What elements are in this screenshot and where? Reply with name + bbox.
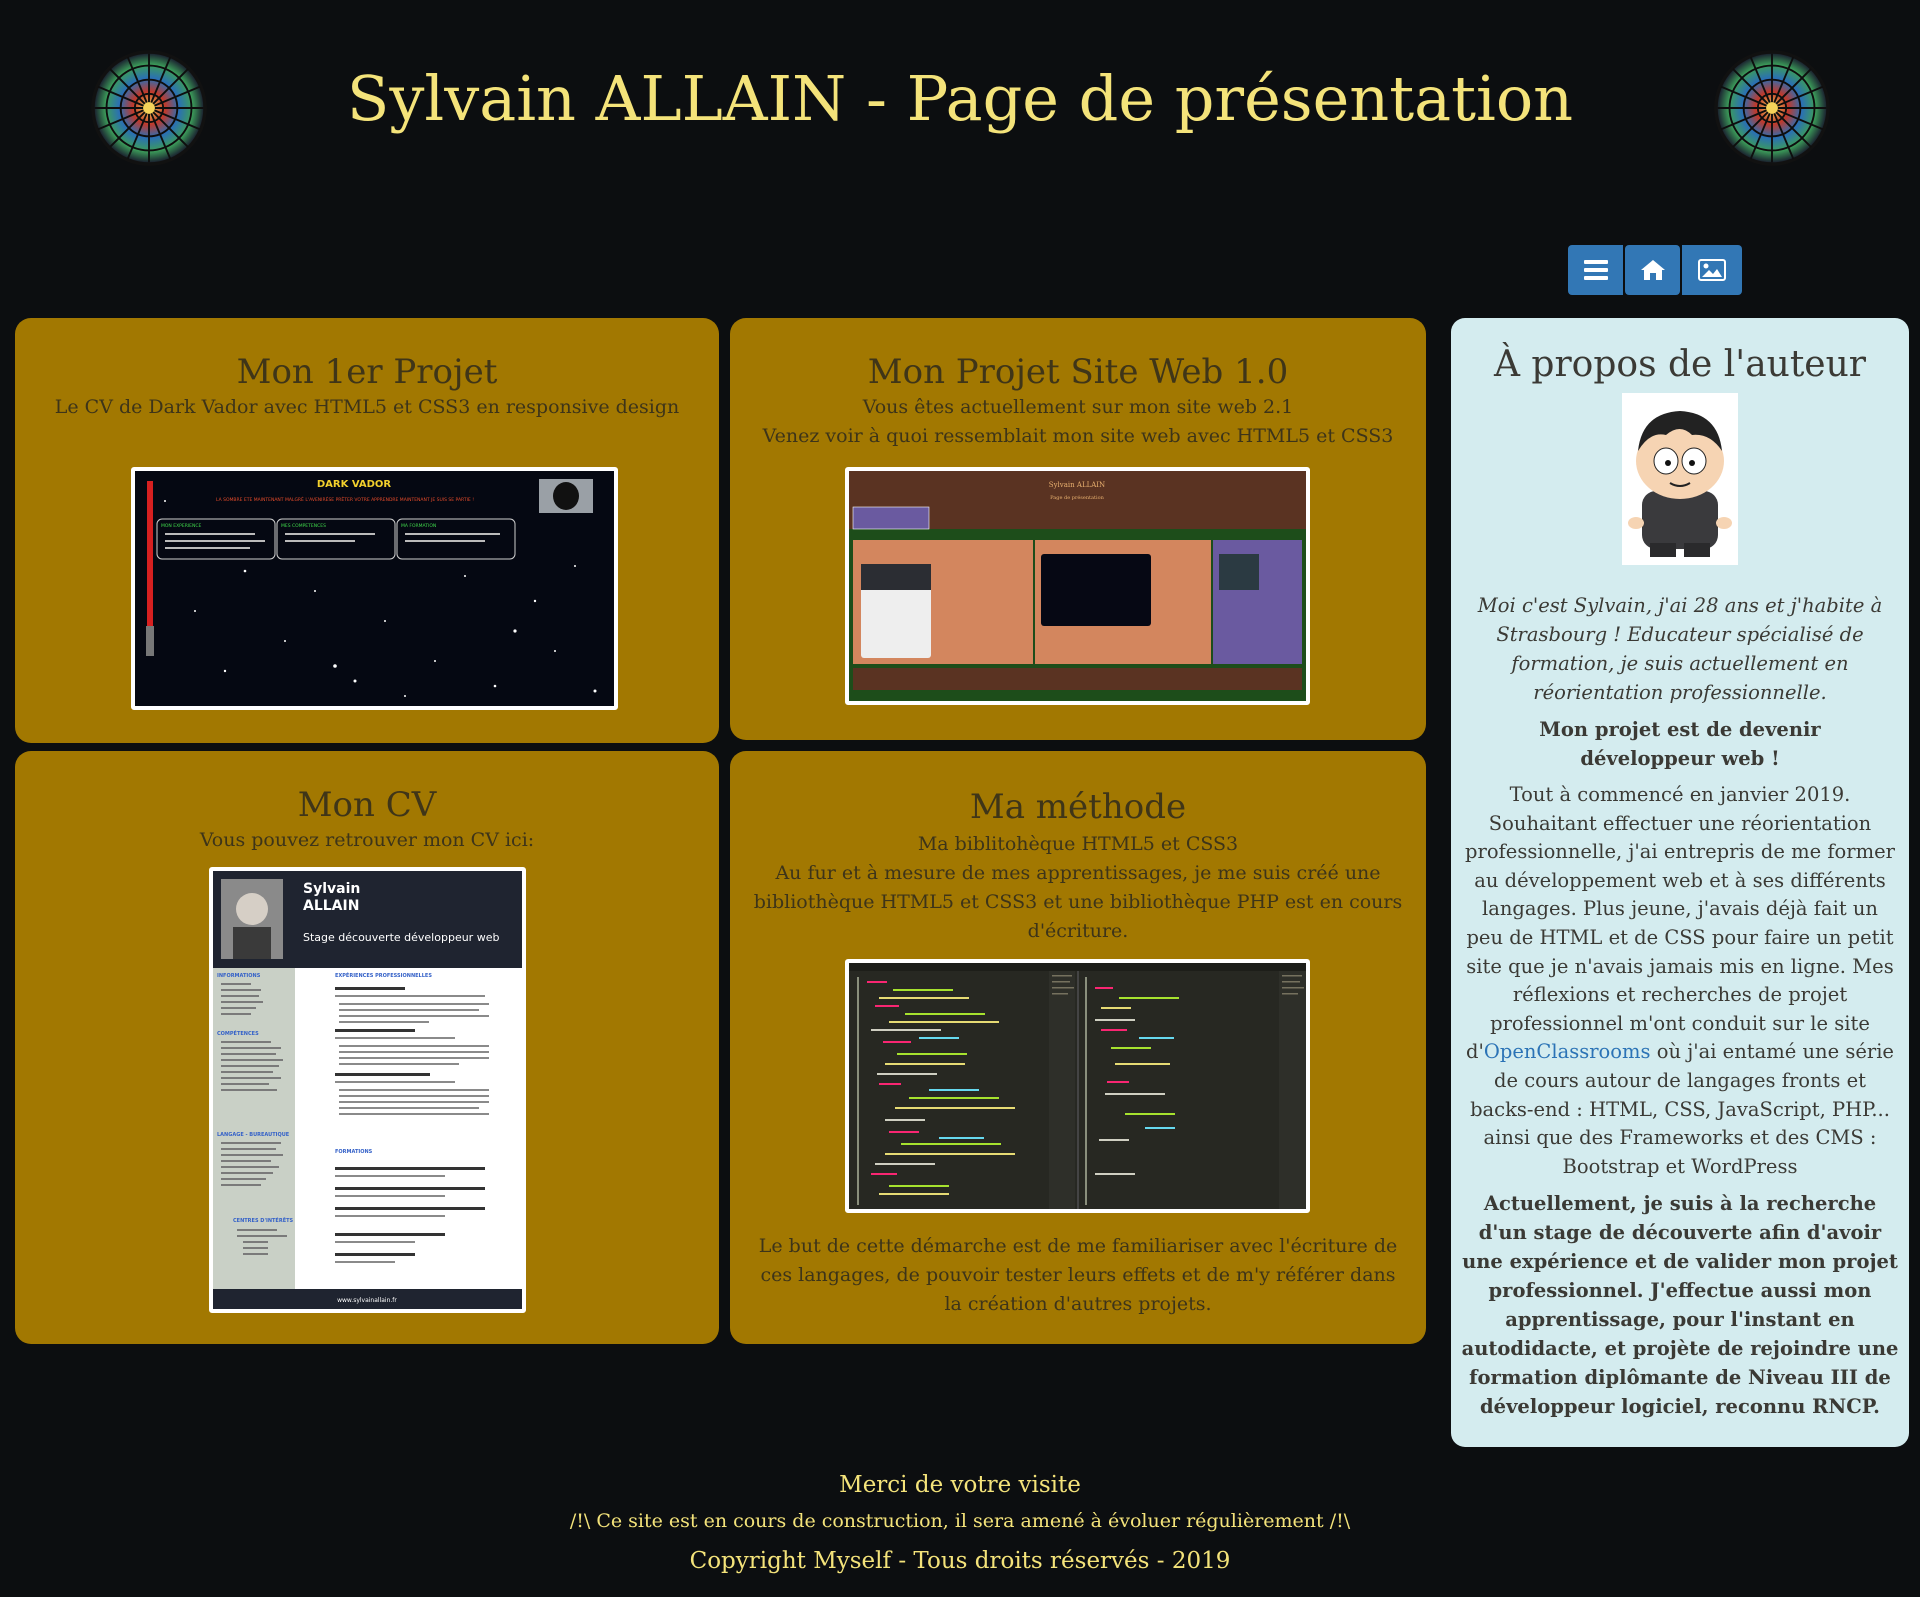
site-web-preview: Sylvain ALLAIN Page de présentation — [849, 471, 1306, 701]
project-card-site-web: Mon Projet Site Web 1.0 Vous êtes actuel… — [730, 318, 1426, 740]
cv-side-heading: LANGAGE - BUREAUTIQUE — [217, 1132, 290, 1138]
cv-last-name: ALLAIN — [303, 898, 359, 914]
about-title: À propos de l'auteur — [1493, 344, 1867, 385]
about-author-panel: À propos de l'auteur Moi c'est Sylvain, … — [1451, 318, 1909, 1447]
project-description: Vous pouvez retrouver mon CV ici: — [199, 828, 535, 851]
cv-first-name: Sylvain — [303, 881, 360, 897]
site-web-subtitle: Page de présentation — [1050, 494, 1105, 501]
cartoon-avatar-icon — [1622, 393, 1738, 565]
method-conclusion: Le but de cette démarche est de me famil… — [758, 1235, 1398, 1315]
site-web-title: Sylvain ALLAIN — [1049, 481, 1105, 489]
footer-notice: /!\ Ce site est en cours de construction… — [569, 1510, 1351, 1532]
about-goal: Mon projet est de devenir développeur we… — [1539, 718, 1821, 770]
site-web-screenshot[interactable]: Sylvain ALLAIN Page de présentation — [845, 467, 1310, 705]
project-description: Vous êtes actuellement sur mon site web … — [862, 395, 1294, 418]
cv-side-heading: INFORMATIONS — [217, 973, 261, 979]
about-intro: Moi c'est Sylvain, j'ai 28 ans et j'habi… — [1477, 594, 1883, 704]
code-editor-screenshot[interactable] — [845, 959, 1310, 1213]
openclassrooms-link[interactable]: OpenClassrooms — [1484, 1040, 1651, 1063]
cv-main-heading: FORMATIONS — [335, 1149, 373, 1155]
dark-vador-heading: DARK VADOR — [317, 479, 392, 490]
cv-role: Stage découverte développeur web — [303, 931, 499, 944]
image-icon — [1698, 259, 1726, 281]
project-title: Mon Projet Site Web 1.0 — [867, 352, 1289, 392]
cv-main-heading: EXPÉRIENCES PROFESSIONNELLES — [335, 971, 432, 979]
project-description: Ma biblitohèque HTML5 et CSS3 — [917, 832, 1239, 855]
dark-vador-section: MA FORMATION — [401, 523, 436, 529]
site-footer: Merci de votre visite /!\ Ce site est en… — [0, 1470, 1920, 1576]
dark-vador-section: MON EXPERIENCE — [161, 523, 202, 529]
project-description: Le CV de Dark Vador avec HTML5 et CSS3 e… — [54, 395, 680, 418]
project-description: Au fur et à mesure de mes apprentissages… — [753, 861, 1403, 942]
project-card-method: Ma méthode Ma biblitohèque HTML5 et CSS3… — [730, 751, 1426, 1344]
cv-footer: www.sylvainallain.fr — [337, 1297, 397, 1304]
project-card-cv: Mon CV Vous pouvez retrouver mon CV ici:… — [15, 751, 719, 1344]
project-description: Venez voir à quoi ressemblait mon site w… — [762, 424, 1394, 447]
project-title: Mon CV — [297, 785, 437, 825]
about-story: Tout à commencé en janvier 2019. Souhait… — [1461, 781, 1899, 1181]
gallery-button[interactable] — [1682, 245, 1742, 295]
menu-button[interactable] — [1568, 245, 1623, 295]
dark-vador-section: MES COMPETENCES — [281, 523, 326, 529]
site-title: Sylvain ALLAIN - Page de présentation — [346, 62, 1574, 135]
dark-vador-screenshot[interactable]: DARK VADOR LA SOMBRE ETE MAINTENANT MALG… — [131, 467, 618, 710]
cv-screenshot[interactable]: Sylvain ALLAIN Stage découverte développ… — [209, 867, 526, 1313]
icon-toolbar — [1568, 245, 1742, 295]
footer-copyright: Copyright Myself - Tous droits réservés … — [689, 1548, 1231, 1574]
about-story-text: Tout à commencé en janvier 2019. Souhait… — [1465, 783, 1895, 1064]
footer-thanks: Merci de votre visite — [839, 1472, 1081, 1498]
site-header: Sylvain ALLAIN - Page de présentation — [0, 0, 1920, 210]
project-title: Mon 1er Projet — [236, 352, 498, 392]
about-closing: Actuellement, je suis à la recherche d'u… — [1461, 1192, 1899, 1419]
cv-side-heading: CENTRES D'INTÉRÊTS — [233, 1216, 294, 1224]
code-editor-preview — [849, 963, 1306, 1209]
rose-window-icon — [1714, 50, 1830, 166]
project-card-dark-vador: Mon 1er Projet Le CV de Dark Vador avec … — [15, 318, 719, 743]
dark-vador-preview: DARK VADOR LA SOMBRE ETE MAINTENANT MALG… — [135, 471, 614, 706]
home-button[interactable] — [1625, 245, 1680, 295]
home-icon — [1640, 260, 1665, 280]
cv-side-heading: COMPÉTENCES — [217, 1029, 259, 1037]
menu-icon — [1583, 260, 1608, 280]
project-title: Ma méthode — [969, 787, 1187, 827]
cv-preview: Sylvain ALLAIN Stage découverte développ… — [213, 871, 522, 1309]
